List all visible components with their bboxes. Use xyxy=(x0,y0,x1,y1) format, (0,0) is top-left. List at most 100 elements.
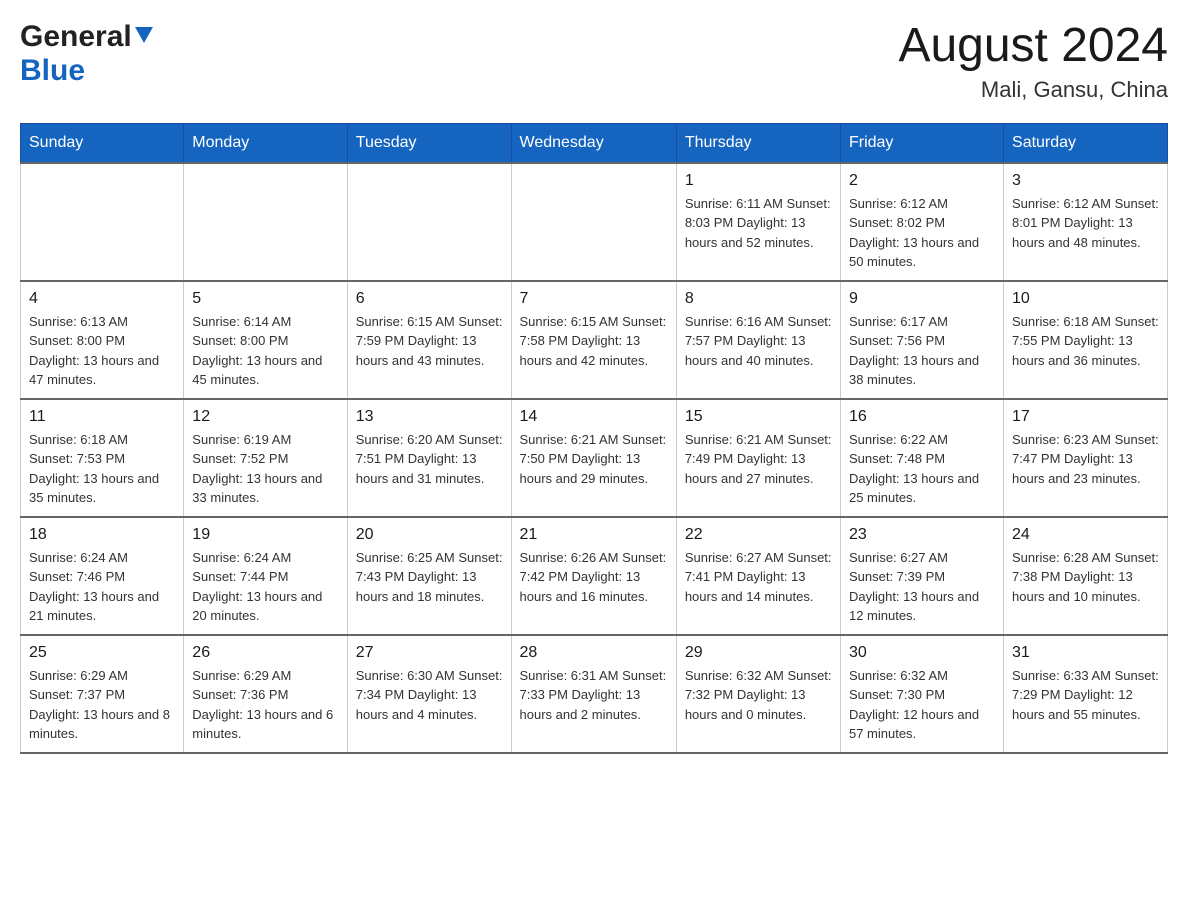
table-row: 17 Sunrise: 6:23 AM Sunset: 7:47 PM Dayli… xyxy=(1004,399,1168,517)
table-row: 11 Sunrise: 6:18 AM Sunset: 7:53 PM Dayli… xyxy=(21,399,184,517)
col-tuesday: Tuesday xyxy=(347,123,511,163)
day-number: 28 xyxy=(520,644,668,662)
day-info: Sunrise: 6:11 AM Sunset: 8:03 PM Dayligh… xyxy=(685,194,832,253)
table-row: 9 Sunrise: 6:17 AM Sunset: 7:56 PM Daylig… xyxy=(840,281,1003,399)
day-info: Sunrise: 6:15 AM Sunset: 7:58 PM Dayligh… xyxy=(520,312,668,371)
table-row xyxy=(347,163,511,281)
day-number: 16 xyxy=(849,408,995,426)
table-row: 7 Sunrise: 6:15 AM Sunset: 7:58 PM Daylig… xyxy=(511,281,676,399)
table-row xyxy=(184,163,347,281)
day-number: 2 xyxy=(849,172,995,190)
table-row: 21 Sunrise: 6:26 AM Sunset: 7:42 PM Dayli… xyxy=(511,517,676,635)
week-row-5: 25 Sunrise: 6:29 AM Sunset: 7:37 PM Dayli… xyxy=(21,635,1168,753)
day-info: Sunrise: 6:21 AM Sunset: 7:50 PM Dayligh… xyxy=(520,430,668,489)
table-row: 4 Sunrise: 6:13 AM Sunset: 8:00 PM Daylig… xyxy=(21,281,184,399)
table-row: 10 Sunrise: 6:18 AM Sunset: 7:55 PM Dayli… xyxy=(1004,281,1168,399)
day-info: Sunrise: 6:25 AM Sunset: 7:43 PM Dayligh… xyxy=(356,548,503,607)
month-year-title: August 2024 xyxy=(898,20,1168,73)
table-row: 18Sunrise: 6:24 AM Sunset: 7:46 PM Dayli… xyxy=(21,517,184,635)
day-number: 15 xyxy=(685,408,832,426)
logo-blue-text: Blue xyxy=(20,54,85,87)
week-row-3: 11 Sunrise: 6:18 AM Sunset: 7:53 PM Dayli… xyxy=(21,399,1168,517)
day-number: 30 xyxy=(849,644,995,662)
table-row: 30 Sunrise: 6:32 AM Sunset: 7:30 PM Dayli… xyxy=(840,635,1003,753)
logo: General Blue xyxy=(20,20,153,88)
week-row-2: 4 Sunrise: 6:13 AM Sunset: 8:00 PM Daylig… xyxy=(21,281,1168,399)
day-number: 12 xyxy=(192,408,338,426)
day-info: Sunrise: 6:18 AM Sunset: 7:53 PM Dayligh… xyxy=(29,430,175,508)
table-row: 20 Sunrise: 6:25 AM Sunset: 7:43 PM Dayli… xyxy=(347,517,511,635)
day-info: Sunrise: 6:24 AM Sunset: 7:46 PM Dayligh… xyxy=(29,548,175,626)
table-row: 22Sunrise: 6:27 AM Sunset: 7:41 PM Dayli… xyxy=(676,517,840,635)
location-subtitle: Mali, Gansu, China xyxy=(898,77,1168,103)
table-row: 6 Sunrise: 6:15 AM Sunset: 7:59 PM Daylig… xyxy=(347,281,511,399)
day-info: Sunrise: 6:22 AM Sunset: 7:48 PM Dayligh… xyxy=(849,430,995,508)
table-row xyxy=(511,163,676,281)
table-row: 25 Sunrise: 6:29 AM Sunset: 7:37 PM Dayli… xyxy=(21,635,184,753)
table-row: 8 Sunrise: 6:16 AM Sunset: 7:57 PM Daylig… xyxy=(676,281,840,399)
day-number: 20 xyxy=(356,526,503,544)
day-number: 14 xyxy=(520,408,668,426)
table-row xyxy=(21,163,184,281)
day-info: Sunrise: 6:29 AM Sunset: 7:36 PM Dayligh… xyxy=(192,666,338,744)
day-info: Sunrise: 6:12 AM Sunset: 8:01 PM Dayligh… xyxy=(1012,194,1159,253)
day-number: 4 xyxy=(29,290,175,308)
col-thursday: Thursday xyxy=(676,123,840,163)
day-number: 13 xyxy=(356,408,503,426)
table-row: 12 Sunrise: 6:19 AM Sunset: 7:52 PM Dayli… xyxy=(184,399,347,517)
logo-general-text: General xyxy=(20,20,132,54)
day-number: 17 xyxy=(1012,408,1159,426)
day-info: Sunrise: 6:29 AM Sunset: 7:37 PM Dayligh… xyxy=(29,666,175,744)
table-row: 5Sunrise: 6:14 AM Sunset: 8:00 PM Daylig… xyxy=(184,281,347,399)
table-row: 15 Sunrise: 6:21 AM Sunset: 7:49 PM Dayli… xyxy=(676,399,840,517)
day-info: Sunrise: 6:27 AM Sunset: 7:39 PM Dayligh… xyxy=(849,548,995,626)
day-number: 26 xyxy=(192,644,338,662)
day-number: 19 xyxy=(192,526,338,544)
day-info: Sunrise: 6:28 AM Sunset: 7:38 PM Dayligh… xyxy=(1012,548,1159,607)
day-number: 7 xyxy=(520,290,668,308)
week-row-4: 18Sunrise: 6:24 AM Sunset: 7:46 PM Dayli… xyxy=(21,517,1168,635)
day-number: 31 xyxy=(1012,644,1159,662)
table-row: 16 Sunrise: 6:22 AM Sunset: 7:48 PM Dayli… xyxy=(840,399,1003,517)
day-number: 3 xyxy=(1012,172,1159,190)
day-number: 6 xyxy=(356,290,503,308)
col-wednesday: Wednesday xyxy=(511,123,676,163)
day-info: Sunrise: 6:31 AM Sunset: 7:33 PM Dayligh… xyxy=(520,666,668,725)
day-info: Sunrise: 6:27 AM Sunset: 7:41 PM Dayligh… xyxy=(685,548,832,607)
day-number: 24 xyxy=(1012,526,1159,544)
day-number: 21 xyxy=(520,526,668,544)
day-info: Sunrise: 6:20 AM Sunset: 7:51 PM Dayligh… xyxy=(356,430,503,489)
col-sunday: Sunday xyxy=(21,123,184,163)
table-row: 2 Sunrise: 6:12 AM Sunset: 8:02 PM Daylig… xyxy=(840,163,1003,281)
day-info: Sunrise: 6:21 AM Sunset: 7:49 PM Dayligh… xyxy=(685,430,832,489)
title-section: August 2024 Mali, Gansu, China xyxy=(898,20,1168,103)
day-info: Sunrise: 6:15 AM Sunset: 7:59 PM Dayligh… xyxy=(356,312,503,371)
day-info: Sunrise: 6:16 AM Sunset: 7:57 PM Dayligh… xyxy=(685,312,832,371)
day-number: 10 xyxy=(1012,290,1159,308)
col-saturday: Saturday xyxy=(1004,123,1168,163)
day-number: 8 xyxy=(685,290,832,308)
day-number: 27 xyxy=(356,644,503,662)
day-info: Sunrise: 6:26 AM Sunset: 7:42 PM Dayligh… xyxy=(520,548,668,607)
day-info: Sunrise: 6:32 AM Sunset: 7:30 PM Dayligh… xyxy=(849,666,995,744)
table-row: 19 Sunrise: 6:24 AM Sunset: 7:44 PM Dayli… xyxy=(184,517,347,635)
day-info: Sunrise: 6:23 AM Sunset: 7:47 PM Dayligh… xyxy=(1012,430,1159,489)
day-info: Sunrise: 6:13 AM Sunset: 8:00 PM Dayligh… xyxy=(29,312,175,390)
table-row: 24 Sunrise: 6:28 AM Sunset: 7:38 PM Dayli… xyxy=(1004,517,1168,635)
day-info: Sunrise: 6:33 AM Sunset: 7:29 PM Dayligh… xyxy=(1012,666,1159,725)
day-info: Sunrise: 6:24 AM Sunset: 7:44 PM Dayligh… xyxy=(192,548,338,626)
day-number: 11 xyxy=(29,408,175,426)
table-row: 27Sunrise: 6:30 AM Sunset: 7:34 PM Dayli… xyxy=(347,635,511,753)
day-info: Sunrise: 6:19 AM Sunset: 7:52 PM Dayligh… xyxy=(192,430,338,508)
day-number: 9 xyxy=(849,290,995,308)
day-info: Sunrise: 6:12 AM Sunset: 8:02 PM Dayligh… xyxy=(849,194,995,272)
col-monday: Monday xyxy=(184,123,347,163)
day-number: 29 xyxy=(685,644,832,662)
col-friday: Friday xyxy=(840,123,1003,163)
table-row: 13 Sunrise: 6:20 AM Sunset: 7:51 PM Dayli… xyxy=(347,399,511,517)
page-header: General Blue August 2024 Mali, Gansu, Ch… xyxy=(20,20,1168,103)
day-number: 25 xyxy=(29,644,175,662)
day-info: Sunrise: 6:17 AM Sunset: 7:56 PM Dayligh… xyxy=(849,312,995,390)
calendar-table: Sunday Monday Tuesday Wednesday Thursday… xyxy=(20,123,1168,754)
day-info: Sunrise: 6:18 AM Sunset: 7:55 PM Dayligh… xyxy=(1012,312,1159,371)
